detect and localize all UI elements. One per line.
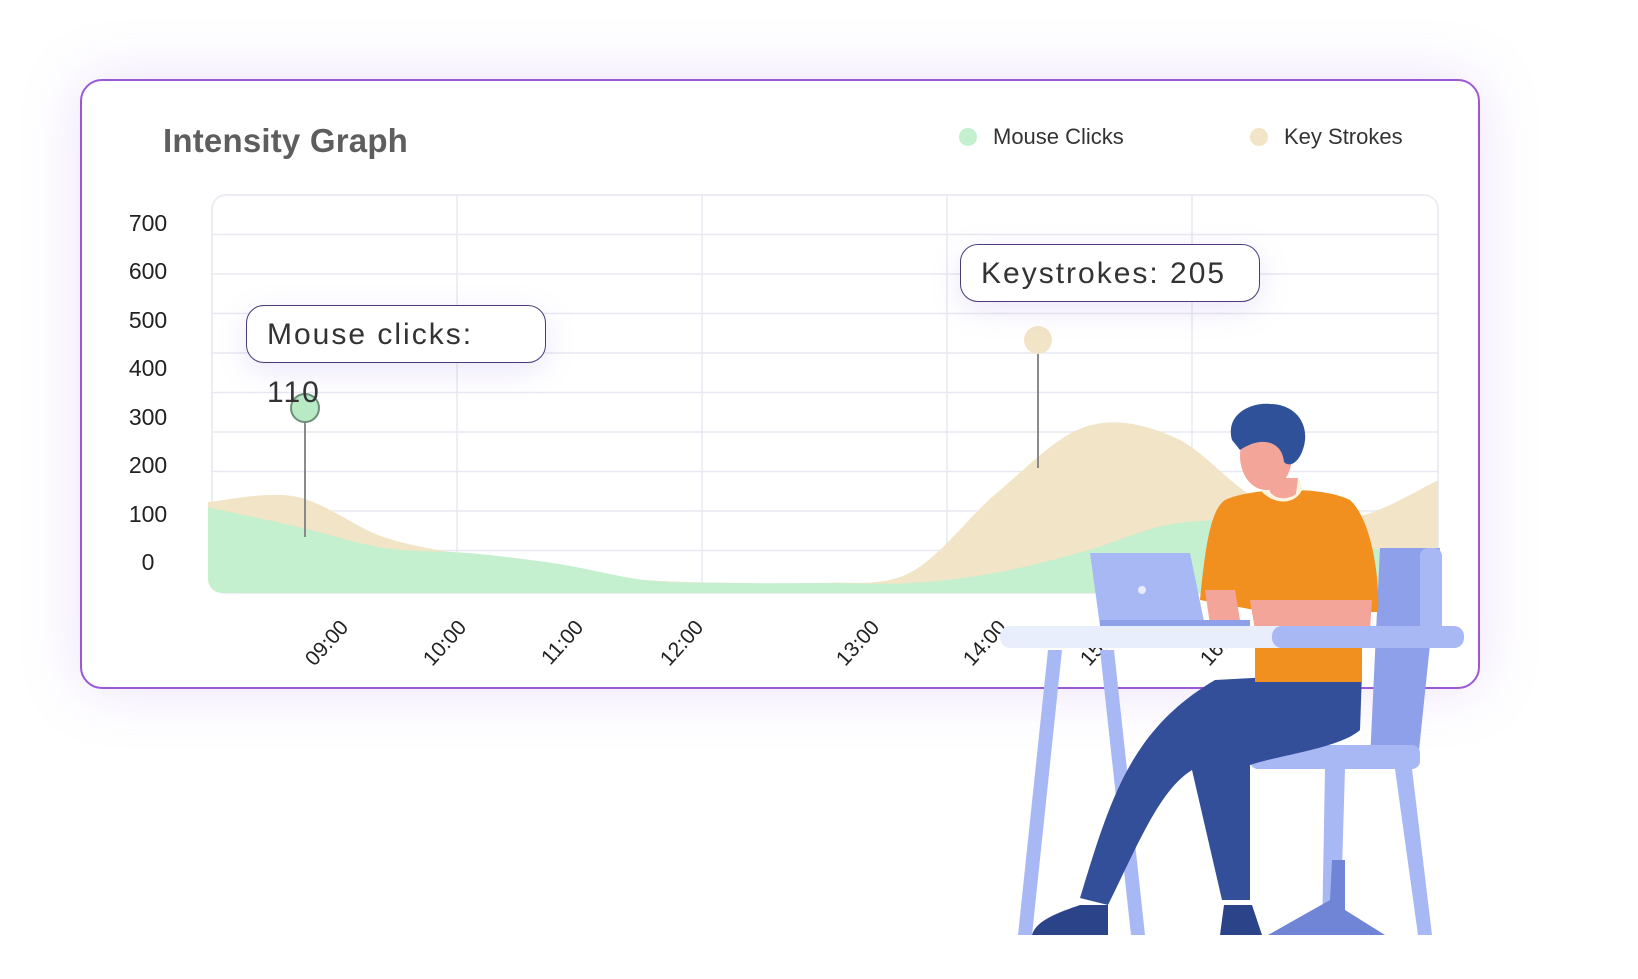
person-arm-right [1250,600,1372,630]
laptop-screen [1090,553,1205,626]
desk-top [1000,626,1290,648]
laptop-logo-icon [1138,586,1146,594]
person-shirt [1200,489,1379,682]
person-legs [1080,672,1362,905]
chair-leg-2 [1395,769,1432,935]
shoe-right [1220,905,1262,935]
person-at-desk-illustration [1000,403,1464,935]
chair-armrest [1272,626,1464,648]
shoe-left [1032,905,1108,935]
person-arm-left [1205,590,1240,625]
desk-leg [1018,650,1062,935]
